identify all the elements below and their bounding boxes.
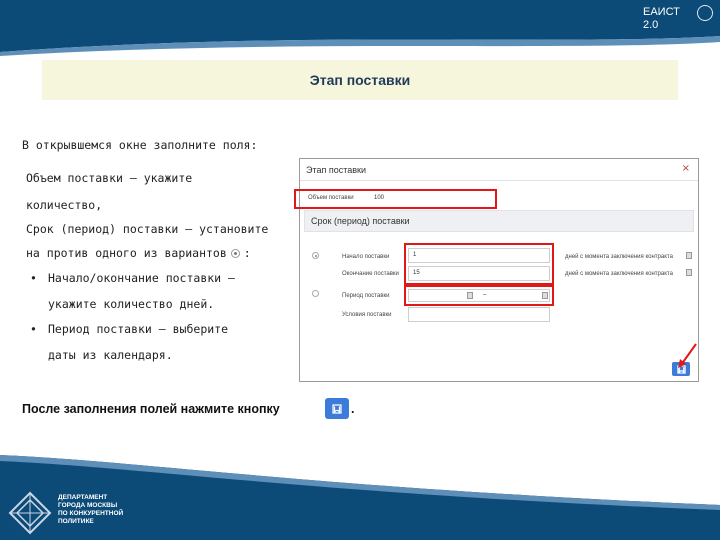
close-icon[interactable]: × bbox=[682, 163, 690, 174]
dept-line2: ГОРОДА МОСКВЫ bbox=[58, 502, 118, 509]
intro-text: В открывшемся окне заполните поля: bbox=[22, 138, 258, 152]
dept-line4: ПОЛИТИКЕ bbox=[58, 518, 94, 525]
variants-text: на против одного из вариантов bbox=[26, 246, 227, 260]
brand-line1: ЕАИСТ bbox=[643, 6, 680, 18]
conditions-input[interactable] bbox=[408, 307, 550, 322]
radio-icon bbox=[230, 249, 240, 258]
radio-start-end[interactable] bbox=[312, 252, 319, 259]
dialog-header: Этап поставки × bbox=[300, 159, 698, 181]
term-section-title: Срок (период) поставки bbox=[311, 216, 410, 226]
after-fill-text: После заполнения полей нажмите кнопку bbox=[22, 402, 280, 416]
save-icon-example bbox=[325, 398, 349, 419]
bullet2-line1: Период поставки – выберите bbox=[48, 322, 229, 336]
save-glyph-icon bbox=[332, 403, 342, 414]
circle-icon bbox=[697, 5, 713, 21]
start-label: Начало поставки bbox=[342, 254, 390, 260]
top-banner bbox=[0, 0, 720, 56]
highlight-start-end bbox=[404, 243, 554, 285]
calendar-icon[interactable] bbox=[686, 252, 692, 259]
variants-colon: : bbox=[243, 246, 251, 260]
bullet1-line1: Начало/окончание поставки – bbox=[48, 271, 235, 285]
term-section-header: Срок (период) поставки bbox=[304, 210, 694, 232]
instruction-line-term: Срок (период) поставки – установите bbox=[26, 222, 269, 236]
end-note: дней с момента заключения контракта bbox=[565, 271, 673, 277]
brand-line2: 2.0 bbox=[643, 19, 659, 31]
conditions-label: Условия поставки bbox=[342, 312, 392, 318]
end-label: Окончание поставки bbox=[342, 271, 399, 277]
period-label: Период поставки bbox=[342, 293, 390, 299]
brand-label: ЕАИСТ 2.0 bbox=[643, 6, 691, 32]
radio-period[interactable] bbox=[312, 290, 319, 297]
title-strip: Этап поставки bbox=[42, 60, 678, 100]
dept-line1: ДЕПАРТАМЕНТ bbox=[58, 494, 108, 501]
after-fill-dot: . bbox=[351, 402, 355, 416]
bullet-dot: • bbox=[30, 322, 37, 336]
delivery-stage-dialog: Этап поставки × Объем поставки 100 Срок … bbox=[294, 158, 699, 382]
bullet2-line2: даты из календаря. bbox=[48, 348, 173, 362]
page-title: Этап поставки bbox=[309, 72, 411, 88]
highlight-volume bbox=[294, 189, 497, 209]
department-label: ДЕПАРТАМЕНТ ГОРОДА МОСКВЫ ПО КОНКУРЕНТНО… bbox=[58, 494, 123, 526]
calendar-icon[interactable] bbox=[686, 269, 692, 276]
instruction-line-volume: Объем поставки – укажите bbox=[26, 171, 193, 185]
pointer-arrow-icon bbox=[678, 343, 697, 368]
instruction-line-quantity: количество, bbox=[26, 198, 103, 212]
highlight-period bbox=[404, 285, 554, 306]
bullet1-line2: укажите количество дней. bbox=[48, 297, 215, 311]
dept-line3: ПО КОНКУРЕНТНОЙ bbox=[58, 510, 124, 517]
start-note: дней с момента заключения контракта bbox=[565, 254, 673, 260]
dialog-title: Этап поставки bbox=[306, 165, 367, 175]
bullet-dot: • bbox=[30, 271, 37, 285]
instruction-line-variants: на против одного из вариантов: bbox=[26, 246, 251, 260]
